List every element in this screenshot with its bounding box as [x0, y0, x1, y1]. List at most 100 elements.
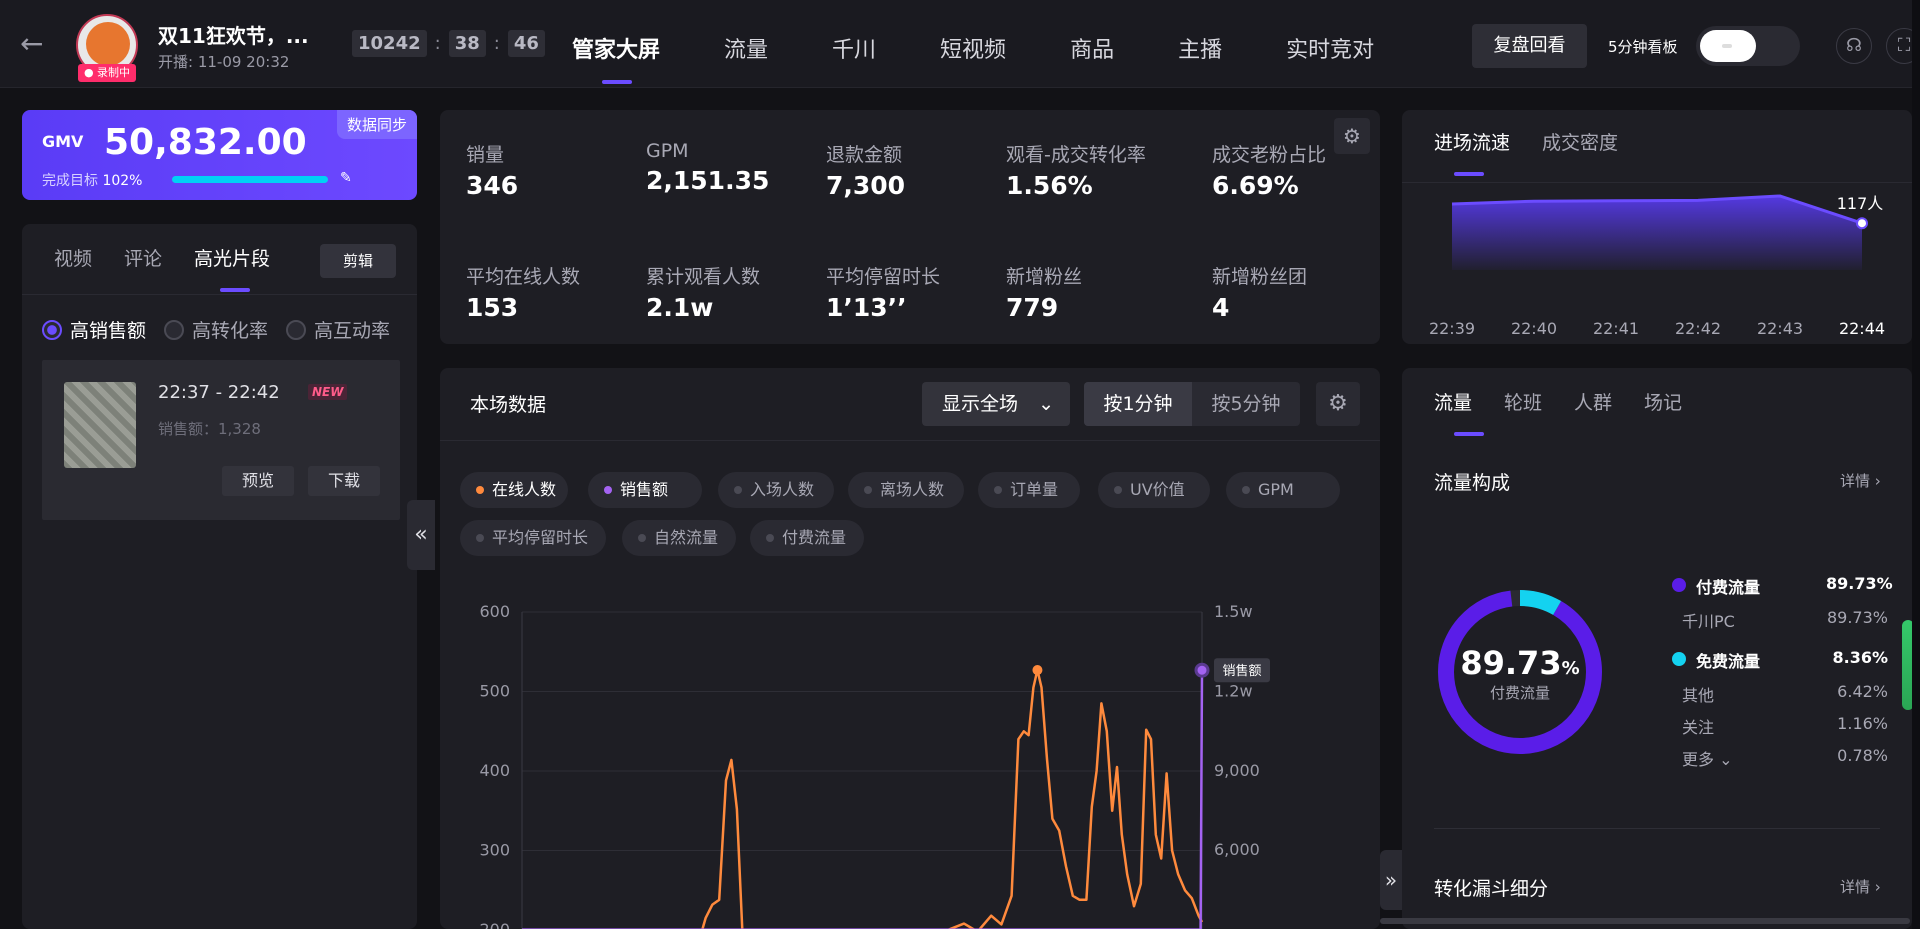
radio-high-conversion[interactable]: 高转化率 — [164, 316, 268, 343]
range-select[interactable]: 显示全场 ⌄ — [922, 382, 1070, 426]
timer-hours: 10242 — [352, 30, 427, 57]
tab-comments[interactable]: 评论 — [124, 244, 162, 271]
nav-tab-products[interactable]: 商品 — [1070, 32, 1114, 64]
nav-tab-anchor[interactable]: 主播 — [1178, 32, 1222, 64]
clip-sales: 销售额：1,328 — [158, 420, 261, 438]
chip-leave[interactable]: 离场人数 — [848, 472, 964, 508]
tab-audience[interactable]: 人群 — [1574, 388, 1612, 415]
metric-total-viewers: 累计观看人数 2.1w — [646, 262, 760, 322]
chip-paid[interactable]: 付费流量 — [750, 520, 864, 556]
clip-thumbnail[interactable] — [64, 382, 136, 468]
timer-separator: : — [493, 33, 500, 54]
data-sync-button[interactable]: 数据同步 — [336, 110, 417, 139]
board-toggle-switch[interactable] — [1696, 26, 1800, 66]
chip-sales[interactable]: 销售额 — [588, 472, 702, 508]
clip-edit-button[interactable]: 剪辑 — [320, 244, 396, 278]
tab-entry-speed[interactable]: 进场流速 — [1434, 128, 1510, 176]
nav-tab-competitors[interactable]: 实时竞对 — [1286, 32, 1374, 64]
tab-traffic[interactable]: 流量 — [1434, 388, 1485, 436]
metric-value: 2,151.35 — [646, 166, 770, 195]
chip-gpm[interactable]: GPM — [1226, 472, 1340, 508]
interval-toggle: 按1分钟 按5分钟 — [1084, 382, 1300, 426]
interval-5min[interactable]: 按5分钟 — [1192, 382, 1300, 426]
preview-button[interactable]: 预览 — [222, 466, 294, 496]
metric-sales-count: 销量 346 — [466, 140, 518, 200]
more-toggle[interactable]: 更多 ⌄ — [1682, 746, 1733, 770]
metrics-settings-gear-icon[interactable]: ⚙ — [1334, 118, 1370, 154]
metric-value: 2.1w — [646, 293, 714, 322]
metric-new-fans: 新增粉丝 779 — [1006, 262, 1082, 322]
speed-x-tick-label: 22:39 — [1429, 319, 1475, 338]
chevron-down-icon: ⌄ — [1038, 393, 1054, 415]
tab-shifts[interactable]: 轮班 — [1504, 388, 1542, 415]
metric-gpm: GPM 2,151.35 — [646, 140, 769, 195]
paid-traffic-label: 付费流量 — [1696, 578, 1761, 597]
sales-last-point — [1194, 662, 1210, 678]
horizontal-scrollbar[interactable] — [1380, 918, 1910, 924]
timer-seconds: 46 — [507, 30, 545, 57]
gmv-target-pct: 102% — [102, 173, 143, 189]
live-data-chart-panel: 本场数据 显示全场 ⌄ 按1分钟 按5分钟 ⚙ 在线人数 销售额 入场人数 离场人… — [440, 368, 1380, 929]
traffic-detail-link[interactable]: 详情 › — [1840, 470, 1881, 491]
speed-x-tick-label: 22:44 — [1839, 319, 1885, 338]
metric-value: 779 — [1006, 293, 1059, 322]
free-traffic-label: 免费流量 — [1696, 652, 1761, 671]
gmv-value: 50,832.00 — [104, 122, 307, 163]
tab-deal-density[interactable]: 成交密度 — [1542, 128, 1618, 155]
chip-orders[interactable]: 订单量 — [978, 472, 1080, 508]
nav-tab-short-video[interactable]: 短视频 — [940, 32, 1006, 64]
funnel-detail-link[interactable]: 详情 › — [1840, 876, 1881, 897]
nav-tab-traffic[interactable]: 流量 — [724, 32, 768, 64]
chip-uv-value[interactable]: UV价值 — [1098, 472, 1210, 508]
chart-settings-gear-icon[interactable]: ⚙ — [1316, 382, 1360, 426]
radio-label: 高互动率 — [314, 320, 391, 342]
funnel-title: 转化漏斗细分 — [1434, 878, 1549, 900]
window-scrollbar[interactable] — [1912, 0, 1920, 929]
edit-target-icon[interactable]: ✎ — [340, 170, 352, 186]
chip-online[interactable]: 在线人数 — [460, 472, 568, 508]
entry-speed-chart: 117人 22:39 22:40 22:41 22:42 22:43 22:44 — [1429, 194, 1885, 338]
expand-right-icon[interactable]: » — [1380, 850, 1402, 910]
collapse-left-icon[interactable]: « — [407, 500, 435, 570]
gmv-target: 完成目标 102% — [42, 170, 142, 190]
interval-1min[interactable]: 按1分钟 — [1084, 382, 1192, 426]
divider — [1402, 182, 1912, 183]
speed-area — [1452, 196, 1862, 270]
follow-label: 关注 — [1682, 718, 1715, 737]
back-arrow-icon[interactable]: ← — [20, 30, 50, 60]
radio-high-sales[interactable]: 高销售额 — [42, 316, 146, 343]
tab-notes[interactable]: 场记 — [1644, 388, 1682, 415]
headset-icon[interactable]: ☊ — [1836, 28, 1872, 64]
y-right-tick-label: 1.2w — [1214, 681, 1253, 700]
chip-avg-stay[interactable]: 平均停留时长 — [460, 520, 606, 556]
metric-label: 新增粉丝 — [1006, 266, 1083, 288]
live-start-time: 开播: 11-09 20:32 — [158, 53, 290, 71]
free-legend-dot — [1672, 652, 1686, 666]
download-button[interactable]: 下载 — [308, 466, 380, 496]
other-label: 其他 — [1682, 686, 1715, 705]
chip-enter[interactable]: 入场人数 — [718, 472, 834, 508]
nav-tab-dashboard[interactable]: 管家大屏 — [572, 32, 660, 84]
replay-button[interactable]: 复盘回看 — [1472, 24, 1587, 68]
metric-avg-stay: 平均停留时长 1’13’’ — [826, 262, 940, 322]
tab-highlights[interactable]: 高光片段 — [194, 244, 270, 292]
chip-organic[interactable]: 自然流量 — [622, 520, 736, 556]
timer-separator: : — [434, 33, 441, 54]
online-peak-point — [1032, 665, 1043, 676]
radio-high-engagement[interactable]: 高互动率 — [286, 316, 390, 343]
online-count-line — [701, 668, 1204, 929]
range-select-label: 显示全场 — [942, 393, 1019, 415]
more-value: 0.78% — [1837, 746, 1888, 765]
metric-avg-online: 平均在线人数 153 — [466, 262, 580, 322]
metric-label: 成交老粉占比 — [1212, 144, 1327, 166]
new-badge: NEW — [308, 384, 348, 400]
y-left-tick-label: 300 — [479, 841, 510, 860]
entry-speed-panel: 进场流速 成交密度 117人 22:39 22:40 22:41 22:42 22:43 2… — [1402, 110, 1912, 344]
qianchuan-pc-value: 89.73% — [1826, 608, 1888, 627]
live-title[interactable]: 双11狂欢节，... — [158, 20, 309, 49]
metric-label: 平均停留时长 — [826, 266, 941, 288]
y-left-tick-label: 500 — [479, 682, 510, 701]
y-left-tick-label: 200 — [479, 920, 510, 929]
nav-tab-qianchuan[interactable]: 千川 — [832, 32, 876, 64]
tab-videos[interactable]: 视频 — [54, 244, 92, 271]
